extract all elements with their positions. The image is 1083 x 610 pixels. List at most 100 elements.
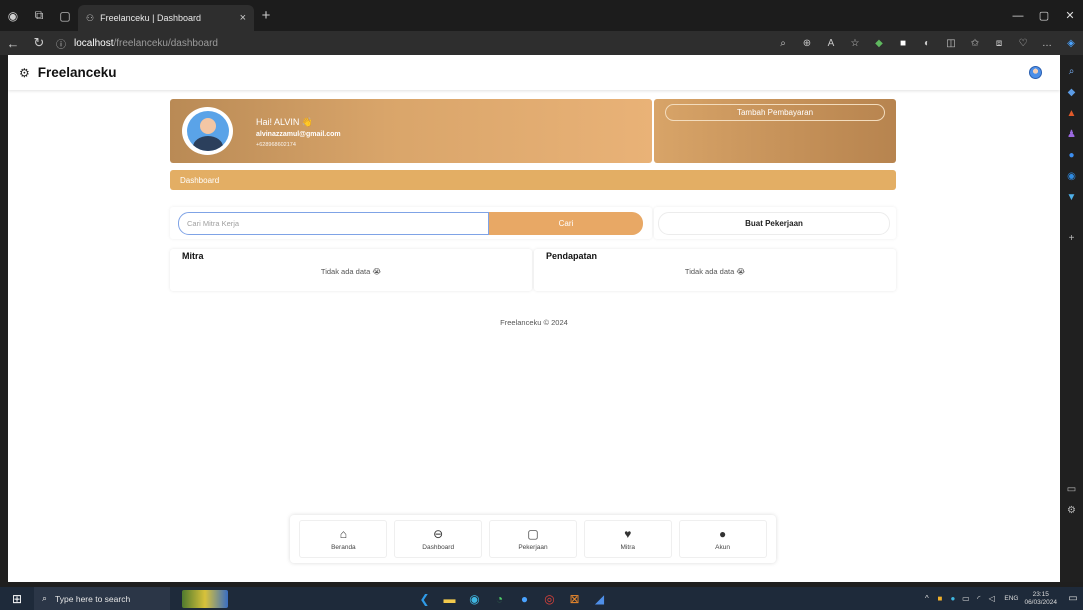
tab-close-icon[interactable]: × — [240, 12, 246, 24]
pendapatan-empty-text: Tidak ada data 😭 — [684, 267, 746, 276]
browser-sidebar: ⌕ ◆ ▲ ♟ ● ◉ ▼ + ▭ ⚙ — [1060, 55, 1083, 582]
url-host: localhost — [74, 37, 114, 49]
profile-email: alvinazzamul@gmail.com — [256, 131, 341, 138]
language-indicator[interactable]: ENG — [1004, 595, 1018, 602]
sidebar-games-icon[interactable]: ♟ — [1060, 124, 1083, 145]
nav-akun[interactable]: ● Akun — [678, 520, 767, 558]
wifi-icon[interactable]: ◜ — [972, 594, 985, 603]
tray-app-icon[interactable]: ● — [946, 594, 959, 603]
clock-time: 23:15 — [1032, 590, 1049, 598]
nav-dashboard[interactable]: ⊖ Dashboard — [394, 520, 483, 558]
edge-icon[interactable]: ◉ — [462, 592, 487, 606]
sidebar-settings-icon[interactable]: ⚙ — [1060, 500, 1083, 521]
favorite-star-icon[interactable]: ☆ — [843, 38, 867, 49]
system-tray: ^ ■ ● ▭ ◜ ◁ ENG 23:15 06/03/2024 ▭ — [920, 587, 1083, 610]
extension-icon[interactable]: ◆ — [867, 38, 891, 49]
xampp-icon[interactable]: ⊠ — [562, 592, 587, 606]
taskbar-clock[interactable]: 23:15 06/03/2024 — [1024, 591, 1057, 607]
favorites-icon[interactable]: ✩ — [963, 38, 987, 49]
extension-icon[interactable]: ◐ — [915, 38, 939, 49]
handshake-icon: ♥ — [624, 526, 632, 541]
battery-icon[interactable]: ▭ — [959, 594, 972, 603]
profile-greeting: Hai! ALVIN 👋 — [256, 117, 314, 127]
header-avatar[interactable] — [1029, 66, 1042, 79]
chrome-icon[interactable]: ● — [512, 592, 537, 606]
maximize-icon[interactable]: ▢ — [1031, 0, 1057, 31]
minimize-icon[interactable]: — — [1005, 0, 1031, 31]
tab-favicon-icon: ⚇ — [86, 12, 95, 23]
sidebar-shopping-icon[interactable]: ◆ — [1060, 82, 1083, 103]
new-tab-button[interactable]: + — [254, 7, 278, 24]
nav-beranda[interactable]: ⌂ Beranda — [299, 520, 388, 558]
whatsapp-icon[interactable]: ◔ — [487, 592, 512, 606]
sidebar-drop-icon[interactable]: ▼ — [1060, 187, 1083, 208]
taskbar-news-widget[interactable] — [182, 589, 228, 608]
page-footer: Freelanceku © 2024 — [500, 318, 568, 327]
close-window-icon[interactable]: ✕ — [1057, 0, 1083, 31]
home-icon: ⌂ — [339, 526, 348, 541]
sidebar-outlook-icon[interactable]: ◉ — [1060, 166, 1083, 187]
brand-logo-icon: ⚙ — [19, 65, 30, 80]
nav-pekerjaan[interactable]: ▢ Pekerjaan — [488, 520, 577, 558]
search-partner-input[interactable] — [178, 212, 489, 235]
read-aloud-icon[interactable]: A — [819, 38, 843, 49]
mitra-panel: Mitra Tidak ada data 😭 — [170, 249, 532, 291]
profile-avatar — [182, 107, 233, 155]
workspaces-icon[interactable]: ⧉ — [26, 0, 52, 31]
zoom-icon[interactable]: ⊕ — [795, 38, 819, 49]
reload-icon[interactable]: ↻ — [26, 35, 52, 51]
collections-icon[interactable]: ⧈ — [987, 38, 1011, 49]
create-job-button[interactable]: Buat Pekerjaan — [658, 212, 890, 235]
volume-icon[interactable]: ◁ — [985, 594, 998, 603]
file-explorer-icon[interactable]: ▬ — [437, 592, 462, 606]
url-path: /freelanceku/dashboard — [113, 37, 218, 49]
browser-profile-icon[interactable]: ◉ — [0, 0, 26, 31]
add-payment-button[interactable]: Tambah Pembayaran — [665, 104, 885, 121]
browser-tab-active[interactable]: ⚇ Freelanceku | Dashboard × — [78, 5, 254, 31]
mitra-title: Mitra — [182, 251, 204, 261]
find-icon[interactable]: ⌕ — [771, 38, 795, 49]
nav-akun-label: Akun — [715, 543, 730, 551]
browser-tab-bar: ◉ ⧉ ▢ ⚇ Freelanceku | Dashboard × + — ▢ … — [0, 0, 1083, 31]
more-menu-icon[interactable]: … — [1035, 38, 1059, 49]
split-screen-icon[interactable]: ◫ — [939, 38, 963, 49]
mitra-empty-text: Tidak ada data 😭 — [320, 267, 382, 276]
sidebar-search-icon[interactable]: ⌕ — [1060, 61, 1083, 82]
tray-expand-icon[interactable]: ^ — [920, 594, 933, 603]
profile-card: Hai! ALVIN 👋 alvinazzamul@gmail.com +628… — [170, 99, 652, 163]
taskbar-search[interactable]: ⌕ Type here to search — [34, 587, 170, 610]
tab-actions-icon[interactable]: ▢ — [52, 0, 78, 31]
page-viewport: ⚙ Freelanceku Hai! ALVIN 👋 alvinazzamul@… — [8, 55, 1060, 582]
nav-dashboard-label: Dashboard — [422, 543, 455, 551]
clock-date: 06/03/2024 — [1024, 598, 1057, 606]
sidebar-add-icon[interactable]: + — [1060, 228, 1083, 249]
windows-start-icon[interactable]: ⊞ — [0, 592, 34, 606]
create-job-section: Buat Pekerjaan — [654, 207, 896, 239]
notification-icon[interactable]: ▭ — [1063, 593, 1083, 604]
word-icon[interactable]: ◢ — [587, 592, 612, 606]
tab-title: Freelanceku | Dashboard — [100, 13, 201, 23]
tray-app-icon[interactable]: ■ — [933, 594, 946, 603]
back-arrow-icon[interactable]: ← — [0, 36, 26, 51]
nav-mitra[interactable]: ♥ Mitra — [583, 520, 672, 558]
site-info-icon[interactable]: ⓘ — [56, 36, 66, 51]
dashboard-bar: Dashboard — [170, 170, 896, 190]
sidebar-tools-icon[interactable]: ▲ — [1060, 103, 1083, 124]
browser-essentials-icon[interactable]: ♡ — [1011, 38, 1035, 49]
extension-icon[interactable]: ■ — [891, 38, 915, 49]
sidebar-layout-icon[interactable]: ▭ — [1060, 479, 1083, 500]
browser-toolbar: ⌕ ⊕ A ☆ ◆ ■ ◐ ◫ ✩ ⧈ ♡ … ◈ — [771, 31, 1083, 55]
brand-name[interactable]: Freelanceku — [38, 65, 117, 80]
avatar-user-icon — [186, 111, 229, 151]
url-field[interactable]: ⓘ localhost/freelanceku/dashboard — [56, 36, 218, 51]
vscode-icon[interactable]: ❮ — [412, 592, 437, 606]
nav-pekerjaan-label: Pekerjaan — [518, 543, 548, 551]
opera-icon[interactable]: ◎ — [537, 592, 562, 606]
search-section: Cari — [170, 207, 652, 239]
copilot-icon[interactable]: ◈ — [1059, 38, 1083, 49]
nav-beranda-label: Beranda — [331, 543, 356, 551]
sidebar-office-icon[interactable]: ● — [1060, 145, 1083, 166]
account-icon: ● — [718, 526, 727, 541]
search-button[interactable]: Cari — [489, 212, 643, 235]
taskbar-search-text: Type here to search — [55, 593, 131, 604]
